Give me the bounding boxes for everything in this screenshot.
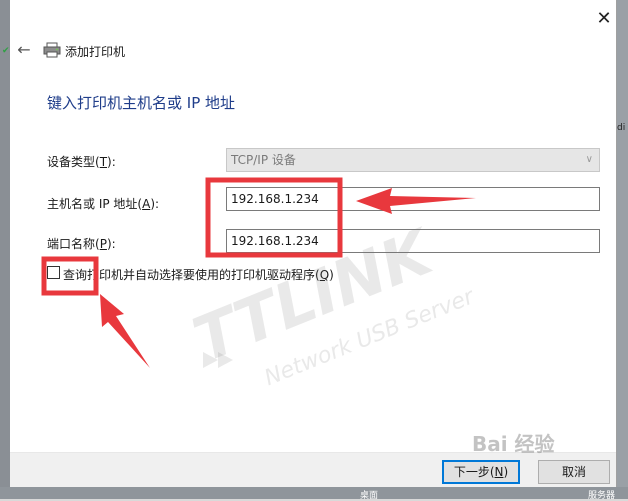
hostname-value: 192.168.1.234 bbox=[231, 192, 319, 206]
background-window-left: ✔ bbox=[0, 0, 10, 499]
check-mark-icon: ✔ bbox=[2, 46, 10, 56]
device-type-label: 设备类型(T): bbox=[47, 155, 116, 169]
back-button[interactable]: ← bbox=[14, 40, 34, 60]
page-heading: 键入打印机主机名或 IP 地址 bbox=[47, 94, 236, 112]
background-taskbar-strip: 桌面 服务器 bbox=[0, 487, 628, 501]
cancel-button[interactable]: 取消 bbox=[538, 460, 610, 484]
port-name-input[interactable]: 192.168.1.234 bbox=[226, 229, 600, 253]
background-text-fragment: 服务器 bbox=[588, 491, 616, 501]
close-icon: ✕ bbox=[596, 8, 612, 29]
hostname-input[interactable]: 192.168.1.234 bbox=[226, 187, 600, 211]
add-printer-dialog: ✕ ← 添加打印机 键入打印机主机名或 IP 地址 设备类型(T): TCP/I… bbox=[10, 0, 617, 487]
chevron-down-icon: ∨ bbox=[585, 154, 593, 165]
device-type-value: TCP/IP 设备 bbox=[231, 153, 296, 167]
footer-bar bbox=[10, 453, 616, 487]
background-text-fragment: 桌面 bbox=[360, 491, 379, 501]
query-printer-checkbox[interactable] bbox=[47, 266, 60, 279]
next-button[interactable]: 下一步(N) bbox=[442, 460, 520, 484]
back-arrow-icon: ← bbox=[17, 40, 31, 59]
port-name-value: 192.168.1.234 bbox=[231, 234, 319, 248]
printer-icon bbox=[43, 42, 61, 58]
close-button[interactable]: ✕ bbox=[592, 8, 616, 30]
background-text-fragment: di bbox=[617, 123, 626, 133]
device-type-select[interactable]: TCP/IP 设备 ∨ bbox=[226, 148, 600, 172]
baidu-watermark: Bai 经验 bbox=[472, 432, 555, 456]
query-printer-label[interactable]: 查询打印机并自动选择要使用的打印机驱动程序(Q) bbox=[63, 266, 334, 283]
dialog-title: 添加打印机 bbox=[65, 45, 126, 59]
background-window-right: di bbox=[616, 0, 628, 499]
hostname-label: 主机名或 IP 地址(A): bbox=[47, 197, 160, 211]
port-name-label: 端口名称(P): bbox=[47, 237, 116, 251]
